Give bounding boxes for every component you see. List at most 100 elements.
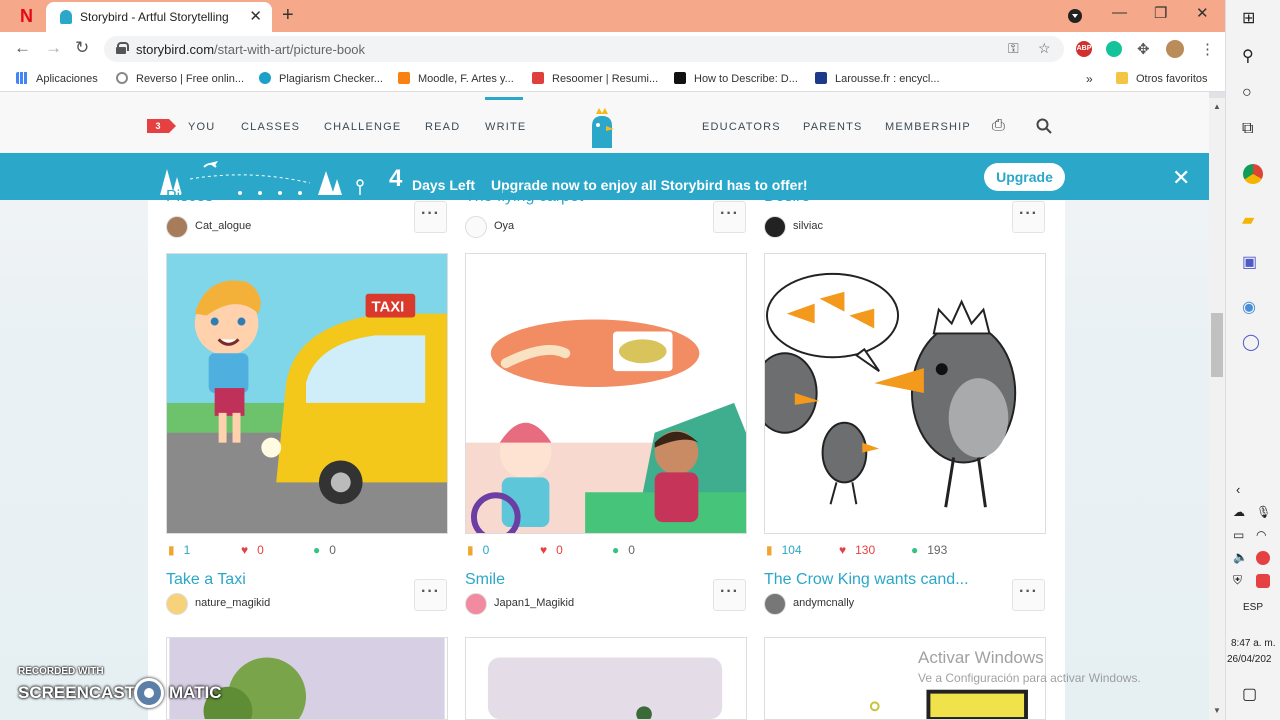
- microphone-icon[interactable]: 🎙: [1256, 505, 1271, 519]
- windows-activation-subtitle: Ve a Configuración para activar Windows.: [918, 671, 1141, 685]
- bookmark-apps[interactable]: Aplicaciones: [16, 72, 98, 85]
- address-bar[interactable]: storybird.com/start-with-art/picture-boo…: [104, 36, 1064, 62]
- book-cover-image[interactable]: [465, 253, 747, 534]
- clock-time[interactable]: 8:47 a. m.: [1231, 638, 1275, 649]
- bookmark-moodle[interactable]: Moodle, F. Artes y...: [398, 72, 514, 85]
- gmail-notifier-icon[interactable]: [1256, 551, 1270, 565]
- scrollbar-thumb[interactable]: [1211, 313, 1223, 377]
- more-options-button[interactable]: ···: [713, 201, 746, 233]
- url-text: storybird.com/start-with-art/picture-boo…: [136, 42, 366, 57]
- active-nav-indicator: [485, 97, 523, 100]
- book-cover-image[interactable]: [764, 253, 1046, 534]
- book-cover-image[interactable]: TAXI: [166, 253, 448, 534]
- taskbar-search-icon[interactable]: ⚲: [1242, 46, 1254, 66]
- bookmark-plagiarism[interactable]: Plagiarism Checker...: [259, 72, 383, 85]
- search-icon[interactable]: [1036, 118, 1052, 134]
- profile-avatar[interactable]: [1166, 40, 1184, 58]
- back-icon[interactable]: ←: [14, 38, 31, 58]
- restore-icon[interactable]: ❐: [1154, 4, 1167, 22]
- cortana-icon[interactable]: ○: [1242, 84, 1252, 102]
- bookmark-other-favorites[interactable]: Otros favoritos: [1116, 72, 1208, 85]
- forward-icon[interactable]: →: [45, 38, 62, 58]
- nav-write[interactable]: WRITE: [485, 121, 526, 133]
- bookmarks-overflow-icon[interactable]: »: [1086, 72, 1093, 86]
- chrome-menu-dropdown-icon[interactable]: [1068, 9, 1082, 23]
- tray-app-icon[interactable]: [1256, 574, 1270, 588]
- onedrive-icon[interactable]: ☁: [1233, 505, 1245, 519]
- avatar: [166, 216, 188, 238]
- book-title[interactable]: Desire: [764, 188, 810, 206]
- battery-icon[interactable]: ▭: [1233, 528, 1244, 542]
- taskbar-app-ring-icon[interactable]: ◯: [1242, 332, 1260, 352]
- minimize-icon[interactable]: —: [1112, 4, 1127, 21]
- comments-count[interactable]: ● 193: [911, 543, 947, 557]
- language-indicator[interactable]: ESP: [1243, 602, 1263, 613]
- book-cover-image[interactable]: [465, 637, 747, 720]
- heart-icon: ♥: [839, 543, 847, 557]
- nav-membership[interactable]: MEMBERSHIP: [885, 121, 971, 133]
- more-options-button[interactable]: ···: [414, 579, 447, 611]
- teams-icon[interactable]: ▣: [1242, 252, 1257, 272]
- netflix-icon[interactable]: N: [20, 6, 38, 26]
- bookmark-reverso[interactable]: Reverso | Free onlin...: [116, 72, 244, 85]
- more-options-button[interactable]: ···: [713, 579, 746, 611]
- bookmark-notion[interactable]: How to Describe: D...: [674, 72, 798, 85]
- likes-count[interactable]: ♥ 130: [839, 543, 875, 557]
- book-title[interactable]: The Crow King wants cand...: [764, 571, 969, 589]
- comments-count[interactable]: ● 0: [313, 543, 336, 557]
- chrome-taskbar-icon[interactable]: [1243, 164, 1263, 184]
- upgrade-button[interactable]: Upgrade: [984, 163, 1065, 191]
- nav-read[interactable]: READ: [425, 121, 460, 133]
- bookmark-resoomer[interactable]: Resoomer | Resumi...: [532, 72, 658, 85]
- likes-count[interactable]: ♥ 0: [241, 543, 264, 557]
- adblock-extension-icon[interactable]: ABP: [1076, 41, 1092, 57]
- kebab-menu-icon[interactable]: ⋮: [1200, 40, 1215, 58]
- file-explorer-icon[interactable]: ▰: [1242, 210, 1254, 230]
- nav-classes[interactable]: CLASSES: [241, 121, 300, 133]
- scroll-up-arrow-icon[interactable]: ▲: [1213, 102, 1221, 111]
- browser-tab-storybird[interactable]: Storybird - Artful Storytelling ✕: [46, 2, 272, 32]
- lock-icon[interactable]: [116, 42, 129, 54]
- star-icon[interactable]: ☆: [1038, 40, 1051, 57]
- taskbar-app-icon[interactable]: ◉: [1242, 297, 1256, 317]
- notification-badge[interactable]: 3: [147, 119, 176, 133]
- bookmark-larousse[interactable]: Larousse.fr : encycl...: [815, 72, 940, 85]
- show-hidden-icons-chevron-icon[interactable]: ‹: [1236, 482, 1240, 497]
- notifications-icon[interactable]: ▢: [1242, 684, 1257, 704]
- comments-count[interactable]: ● 0: [612, 543, 635, 557]
- print-icon[interactable]: ⎙: [992, 117, 1005, 135]
- moodle-icon: [398, 72, 410, 84]
- window-close-icon[interactable]: ✕: [1196, 4, 1209, 22]
- reads-count: ▮ 0: [467, 543, 490, 557]
- tab-close-icon[interactable]: ✕: [249, 7, 262, 25]
- more-options-button[interactable]: ···: [1012, 579, 1045, 611]
- book-title[interactable]: Take a Taxi: [166, 571, 246, 589]
- banner-close-icon[interactable]: ✕: [1172, 165, 1190, 191]
- nav-challenge[interactable]: CHALLENGE: [324, 121, 401, 133]
- new-tab-icon[interactable]: +: [282, 4, 294, 27]
- book-title[interactable]: Pisces: [166, 188, 213, 206]
- reads-count: ▮ 1: [168, 543, 191, 557]
- book-title[interactable]: The flying carpet: [465, 188, 583, 206]
- more-options-button[interactable]: ···: [414, 201, 447, 233]
- nav-parents[interactable]: PARENTS: [803, 121, 863, 133]
- page-scrollbar[interactable]: ▲ ▼: [1209, 98, 1225, 720]
- extensions-puzzle-icon[interactable]: ✥: [1137, 40, 1150, 58]
- book-title[interactable]: Smile: [465, 571, 505, 589]
- reload-icon[interactable]: ↻: [75, 38, 89, 58]
- nav-educators[interactable]: EDUCATORS: [702, 121, 781, 133]
- windows-start-icon[interactable]: ⊞: [1242, 8, 1255, 28]
- book-cover-image[interactable]: [166, 637, 448, 720]
- volume-icon[interactable]: 🔈: [1233, 550, 1248, 564]
- grammarly-extension-icon[interactable]: [1106, 41, 1122, 57]
- security-shield-icon[interactable]: ⛨: [1233, 573, 1242, 588]
- clock-date[interactable]: 26/04/202: [1227, 654, 1272, 665]
- task-view-icon[interactable]: ⧉: [1242, 120, 1253, 138]
- wifi-icon[interactable]: ◠: [1256, 528, 1266, 542]
- storybird-logo-icon[interactable]: [588, 108, 616, 148]
- scroll-down-arrow-icon[interactable]: ▼: [1213, 706, 1221, 715]
- likes-count[interactable]: ♥ 0: [540, 543, 563, 557]
- nav-you[interactable]: YOU: [188, 121, 215, 133]
- more-options-button[interactable]: ···: [1012, 201, 1045, 233]
- key-icon[interactable]: ⚿: [1008, 40, 1019, 57]
